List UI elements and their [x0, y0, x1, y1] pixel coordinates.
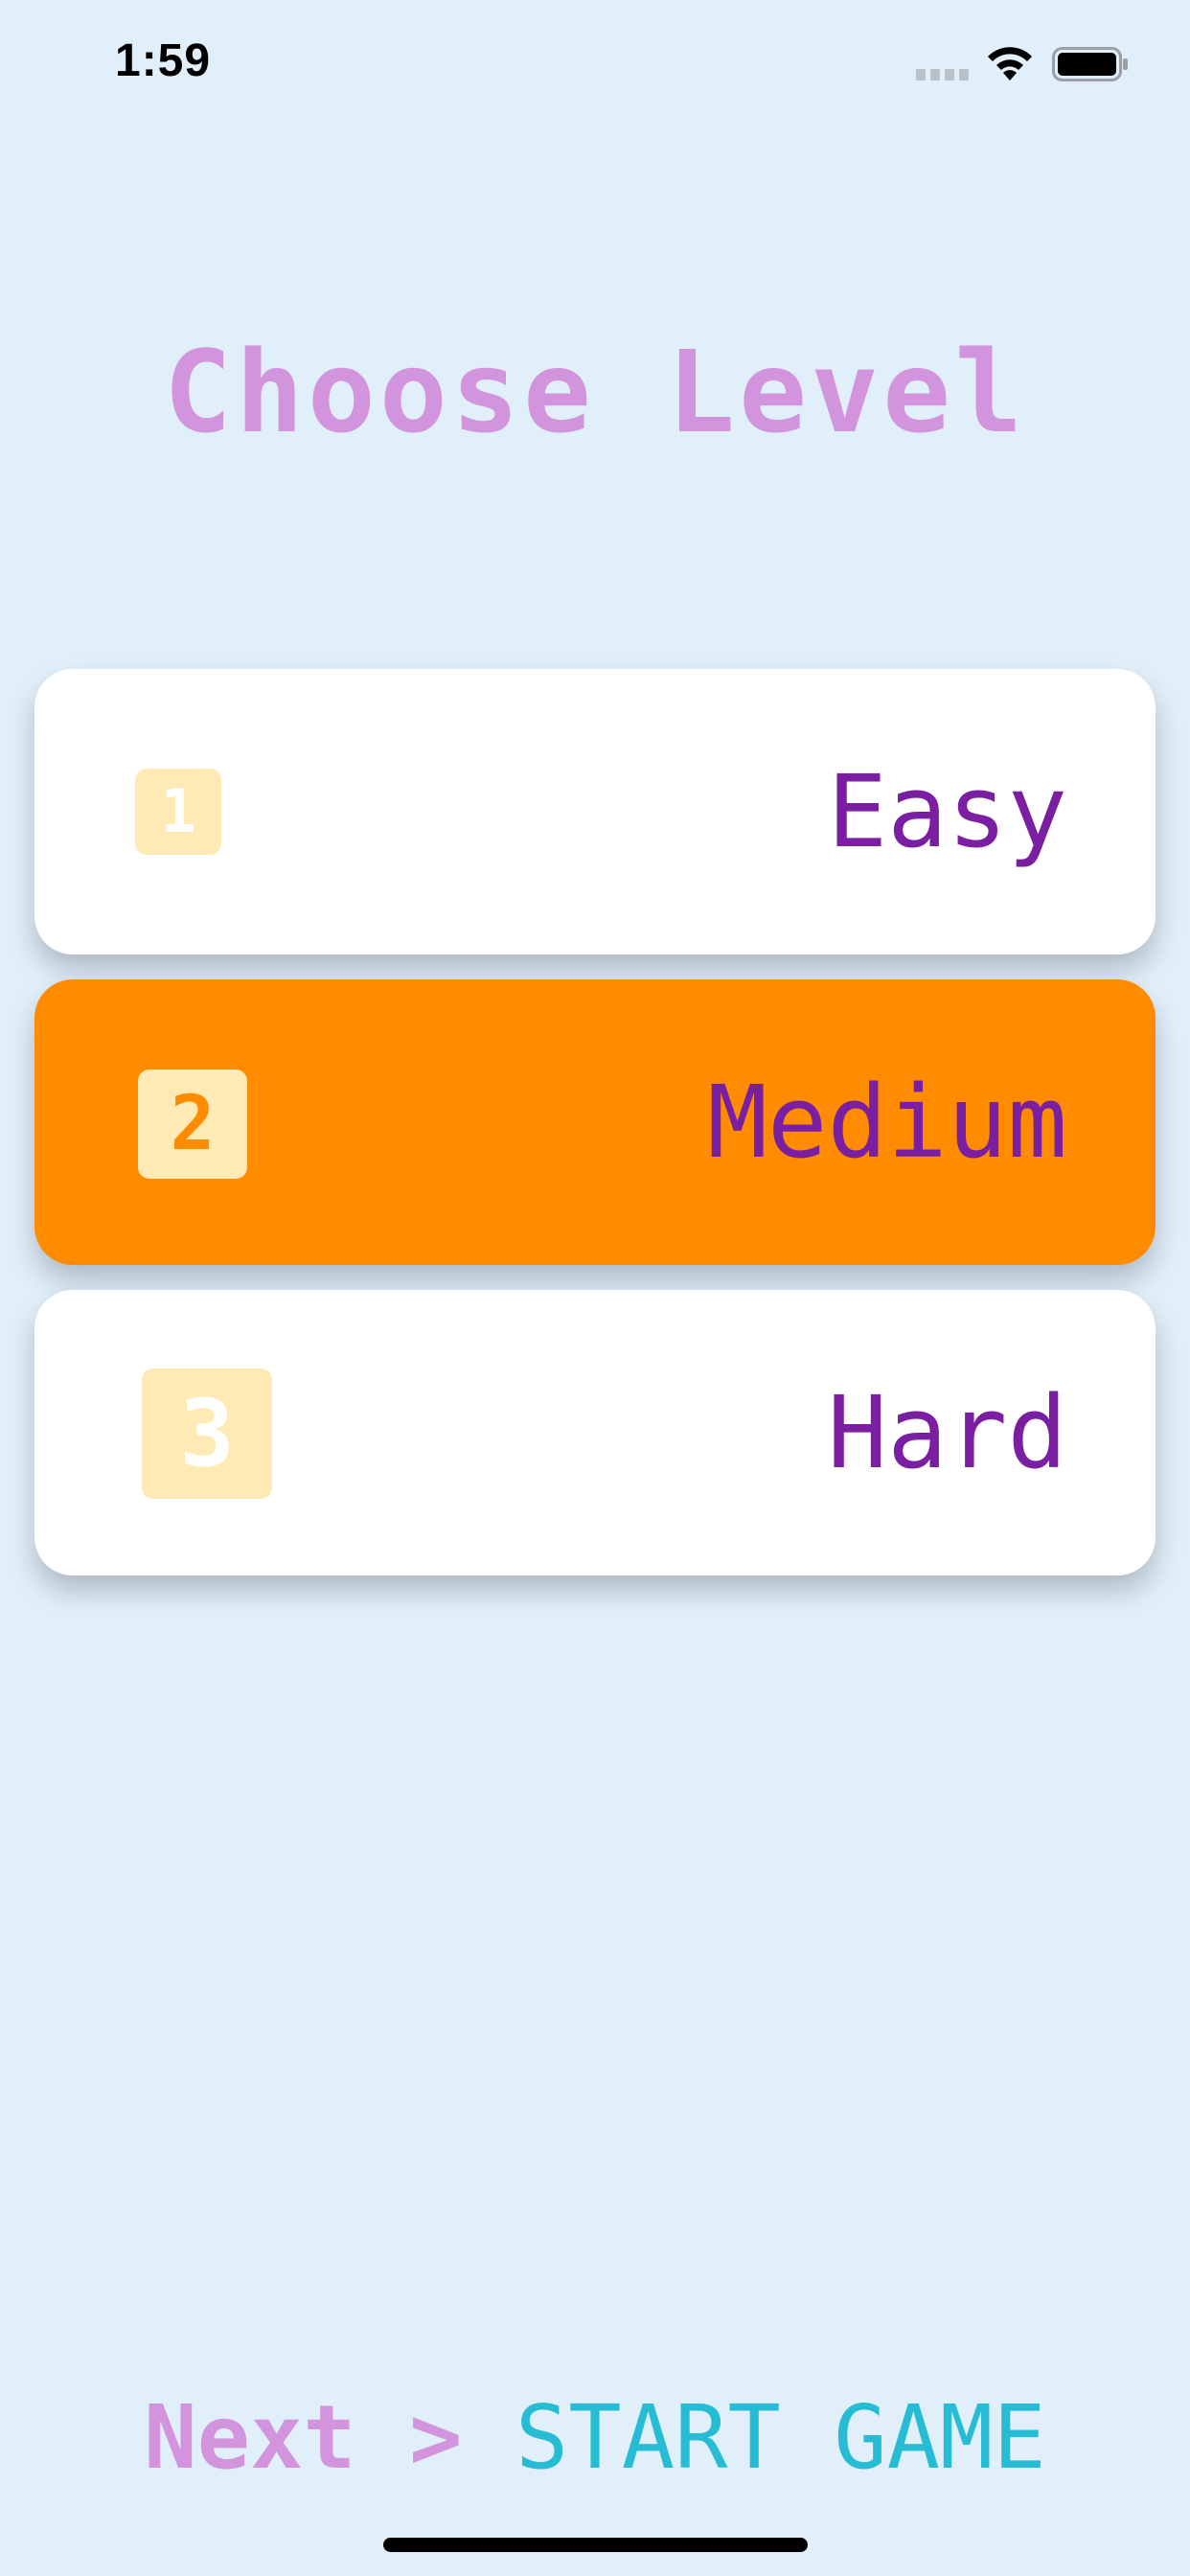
- status-bar: 1:59: [0, 0, 1190, 129]
- level-number-badge: 2: [138, 1070, 247, 1179]
- level-label: Medium: [707, 1064, 1067, 1181]
- level-option-medium[interactable]: 2 Medium: [34, 979, 1156, 1265]
- level-number-badge: 1: [135, 769, 221, 855]
- cellular-signal-icon: [916, 69, 969, 80]
- start-game-label: START GAME: [515, 2386, 1046, 2489]
- home-indicator[interactable]: [383, 2538, 808, 2552]
- wifi-icon: [988, 47, 1032, 80]
- level-label: Hard: [827, 1374, 1067, 1491]
- level-option-hard[interactable]: 3 Hard: [34, 1290, 1156, 1576]
- level-number-badge: 3: [142, 1368, 272, 1499]
- status-time: 1:59: [115, 35, 212, 86]
- level-option-easy[interactable]: 1 Easy: [34, 669, 1156, 954]
- level-label: Easy: [827, 753, 1067, 870]
- battery-icon: [1052, 47, 1128, 81]
- start-game-button[interactable]: Next > START GAME: [0, 2386, 1190, 2489]
- next-label: Next >: [144, 2386, 463, 2489]
- page-title: Choose Level: [163, 326, 1027, 458]
